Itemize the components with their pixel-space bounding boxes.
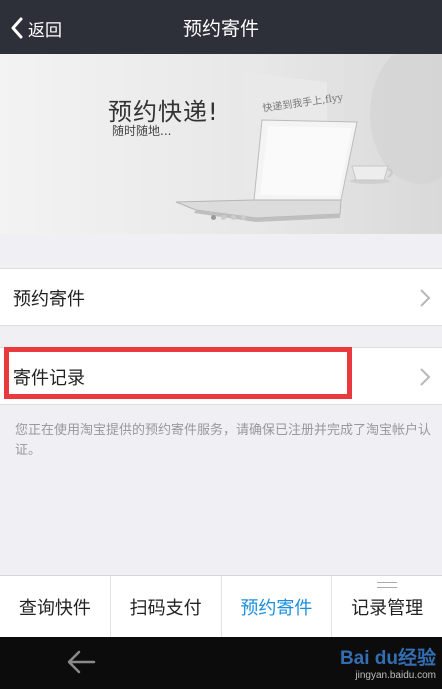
chevron-right-icon <box>419 288 431 312</box>
chevron-right-icon <box>419 367 431 391</box>
menu-handle-icon <box>377 582 398 588</box>
service-notice: 您正在使用淘宝提供的预约寄件服务，请确保已注册并完成了淘宝帐户认证。 <box>15 423 432 458</box>
menu-item-label: 寄件记录 <box>13 368 85 389</box>
watermark-url: jingyan.baidu.com <box>355 670 436 681</box>
page-title: 预约寄件 <box>182 18 259 40</box>
carousel-dot[interactable] <box>231 215 236 220</box>
menu-item-shipment-records[interactable]: 寄件记录 <box>0 347 442 405</box>
tab-book-shipment[interactable]: 预约寄件 <box>222 576 333 637</box>
top-navigation-bar: 返回 预约寄件 <box>0 0 442 54</box>
promo-banner[interactable]: 预约快递! 随时随地... 快递到我手上,flyy <box>0 54 442 234</box>
carousel-dot[interactable] <box>211 215 216 220</box>
carousel-dot[interactable] <box>221 215 226 220</box>
tab-label: 记录管理 <box>351 597 424 619</box>
carousel-indicator[interactable] <box>211 215 246 220</box>
laptop-illustration <box>175 54 442 222</box>
tab-query-shipment[interactable]: 查询快件 <box>0 576 111 637</box>
arrow-left-icon[interactable] <box>66 649 96 679</box>
system-navigation-bar: Bai du经验 jingyan.baidu.com <box>0 637 442 689</box>
baidu-jingyan-watermark: Bai du经验 jingyan.baidu.com <box>340 643 436 681</box>
menu-item-book-shipment[interactable]: 预约寄件 <box>0 268 442 326</box>
banner-subline: 随时随地... <box>112 124 172 138</box>
menu-item-label: 预约寄件 <box>13 289 85 310</box>
tab-record-management[interactable]: 记录管理 <box>332 576 442 637</box>
carousel-dot[interactable] <box>241 215 246 220</box>
bottom-tab-bar: 查询快件 扫码支付 预约寄件 记录管理 <box>0 575 442 637</box>
watermark-brand: Bai du经验 <box>339 648 436 669</box>
tab-scan-pay[interactable]: 扫码支付 <box>111 576 222 637</box>
